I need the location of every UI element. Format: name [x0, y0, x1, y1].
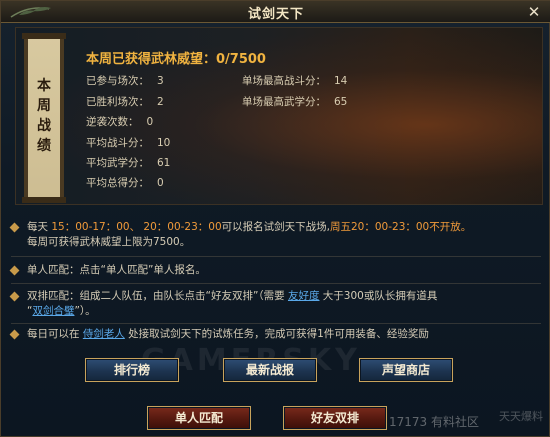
- info-duo-match: 双排匹配：组成二人队伍，由队长点击“好友双排”（需要 友好度 大于300或队长拥…: [9, 289, 541, 321]
- info-schedule: 每天 15：00-17：00、 20：00-23：00可以报名试剑天下战场,周五…: [9, 220, 541, 252]
- watermark-tiantian: 天天爆料: [499, 410, 543, 423]
- info-daily-task: 每日可以在 侍剑老人 处接取试剑天下的试炼任务，完成可获得1件可用装备、经验奖励: [9, 327, 541, 343]
- stat-max-combat: 单场最高战斗分： 14: [242, 75, 348, 87]
- close-icon[interactable]: ✕: [525, 3, 543, 21]
- prestige-shop-button[interactable]: 声望商店: [359, 358, 453, 382]
- stat-max-martial: 单场最高武学分： 65: [242, 96, 348, 108]
- weekly-prestige-headline: 本周已获得武林威望：0/7500: [86, 52, 266, 67]
- info-solo-match: 单人匹配：点击“单人匹配”单人报名。: [9, 263, 541, 279]
- diamond-bullet-icon: [9, 329, 20, 340]
- diamond-bullet-icon: [9, 222, 20, 233]
- diamond-bullet-icon: [9, 265, 20, 276]
- game-window: 试剑天下 ✕ 本周战绩 本周已获得武林威望：0/7500 已参与场次： 3 已胜利…: [0, 0, 550, 437]
- ranking-button[interactable]: 排行榜: [85, 358, 179, 382]
- stat-avg-combat: 平均战斗分： 10: [86, 137, 171, 149]
- stat-matches-played: 已参与场次： 3: [86, 75, 164, 87]
- divider: [11, 283, 541, 284]
- watermark-17173-logo: 17173 有料社区: [389, 415, 479, 429]
- friendship-link[interactable]: 友好度: [288, 290, 320, 302]
- stat-avg-martial: 平均武学分： 61: [86, 157, 171, 169]
- scroll-banner: 本周战绩: [22, 33, 66, 203]
- divider: [11, 256, 541, 257]
- divider: [11, 323, 541, 324]
- weekly-stats-panel: 本周战绩 本周已获得武林威望：0/7500 已参与场次： 3 已胜利场次： 2 逆袭…: [15, 27, 543, 205]
- latest-report-button[interactable]: 最新战报: [223, 358, 317, 382]
- duo-match-button[interactable]: 好友双排: [283, 406, 387, 430]
- diamond-bullet-icon: [9, 291, 20, 302]
- sword-elder-npc-link[interactable]: 侍剑老人: [83, 328, 125, 340]
- stat-avg-total: 平均总得分： 0: [86, 177, 164, 189]
- stat-comebacks: 逆袭次数： 0: [86, 116, 154, 128]
- title-bar: 试剑天下 ✕: [1, 1, 550, 23]
- scroll-text: 本周战绩: [37, 78, 51, 154]
- stat-matches-won: 已胜利场次： 2: [86, 96, 164, 108]
- twin-swords-item-link[interactable]: 双剑合璧: [32, 305, 74, 317]
- window-title: 试剑天下: [247, 7, 304, 22]
- solo-match-button[interactable]: 单人匹配: [147, 406, 251, 430]
